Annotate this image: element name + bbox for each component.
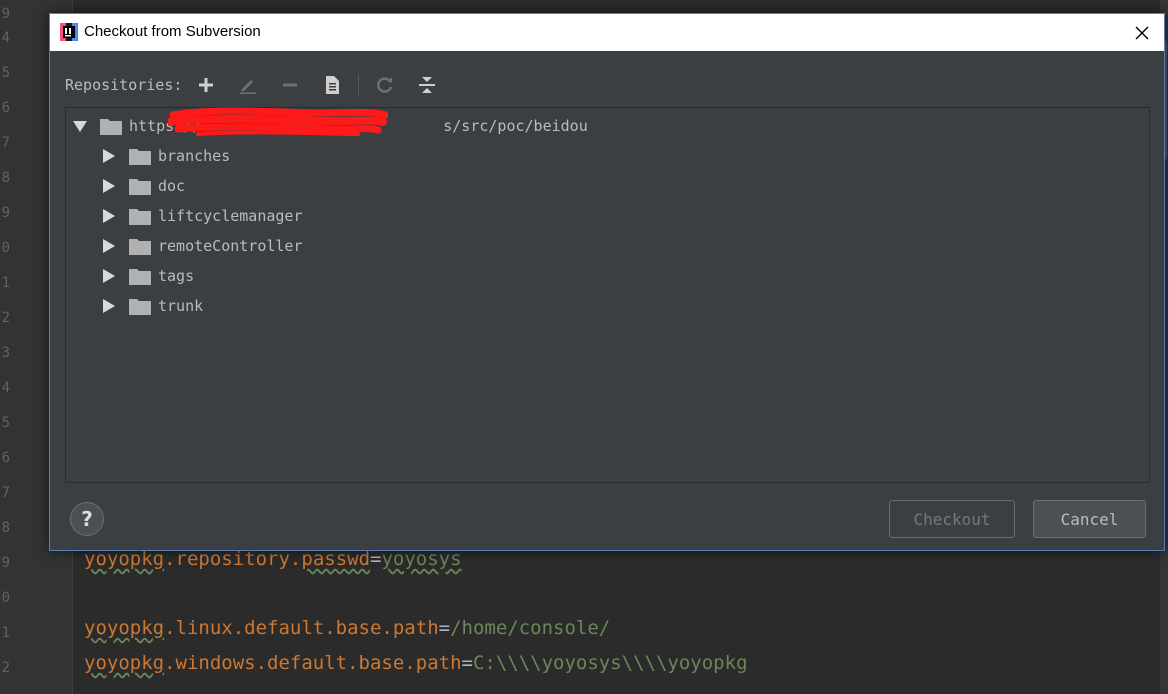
help-button[interactable]: ? xyxy=(70,502,104,536)
folder-icon xyxy=(100,119,122,135)
tree-node-tags[interactable]: tags xyxy=(101,262,194,290)
repository-tree[interactable]: https://s/src/poc/beidou branches doc li… xyxy=(65,107,1150,483)
folder-icon xyxy=(129,239,151,255)
line-number: 7 xyxy=(1,485,10,501)
dialog-titlebar[interactable]: Checkout from Subversion xyxy=(50,14,1164,51)
close-button[interactable] xyxy=(1120,14,1164,51)
tree-node-label: trunk xyxy=(158,297,204,315)
remove-repository-button[interactable] xyxy=(276,72,304,98)
tree-node-doc[interactable]: doc xyxy=(101,172,185,200)
line-number: 0 xyxy=(1,240,10,256)
line-number: 1 xyxy=(1,275,10,291)
dialog-title: Checkout from Subversion xyxy=(84,23,261,40)
line-number: 9 xyxy=(1,6,10,22)
folder-icon xyxy=(129,299,151,315)
line-number: 8 xyxy=(1,170,10,186)
plus-icon xyxy=(199,78,214,92)
tree-node-label: doc xyxy=(158,177,186,195)
line-number: 4 xyxy=(1,30,10,46)
folder-icon xyxy=(129,149,151,165)
line-number: 3 xyxy=(1,345,10,361)
collapsed-arrow-icon[interactable] xyxy=(101,148,117,164)
collapse-all-icon xyxy=(419,77,436,93)
toolbar-separator xyxy=(358,74,360,96)
line-number: 8 xyxy=(1,520,10,536)
pencil-icon xyxy=(240,80,257,94)
tree-node-liftcyclemanager[interactable]: liftcyclemanager xyxy=(101,202,303,230)
repositories-toolbar: Repositories: xyxy=(65,72,455,98)
collapsed-arrow-icon[interactable] xyxy=(101,238,117,254)
code-line-windows-path[interactable]: yoyopkg.windows.default.base.path=C:\\\\… xyxy=(84,652,748,674)
line-number: 2 xyxy=(1,660,10,676)
collapsed-arrow-icon[interactable] xyxy=(101,268,117,284)
tree-node-label: branches xyxy=(158,147,231,165)
minus-icon xyxy=(283,83,298,87)
code-line-linux-path[interactable]: yoyopkg.linux.default.base.path=/home/co… xyxy=(84,617,610,639)
line-number: 6 xyxy=(1,100,10,116)
redaction-scribble xyxy=(168,107,388,136)
expanded-arrow-icon[interactable] xyxy=(72,118,88,134)
cancel-button[interactable]: Cancel xyxy=(1033,500,1146,538)
refresh-icon xyxy=(377,77,393,93)
collapsed-arrow-icon[interactable] xyxy=(101,208,117,224)
line-number: 4 xyxy=(1,380,10,396)
tree-node-branches[interactable]: branches xyxy=(101,142,230,170)
checkout-button[interactable]: Checkout xyxy=(889,500,1015,538)
tree-node-remotecontroller[interactable]: remoteController xyxy=(101,232,303,260)
checkout-dialog: Checkout from Subversion Repositories: h… xyxy=(49,13,1165,551)
tree-node-trunk[interactable]: trunk xyxy=(101,292,203,320)
browse-changes-button[interactable] xyxy=(318,72,346,98)
folder-icon xyxy=(129,179,151,195)
line-number: 2 xyxy=(1,310,10,326)
line-number: 6 xyxy=(1,450,10,466)
line-number: 9 xyxy=(1,555,10,571)
line-number: 0 xyxy=(1,590,10,606)
tree-node-label: tags xyxy=(158,267,195,285)
code-line-passwd[interactable]: yoyopkg.repository.passwd=yoyosys xyxy=(84,548,462,570)
line-number: 1 xyxy=(1,625,10,641)
line-number: 9 xyxy=(1,205,10,221)
collapse-all-button[interactable] xyxy=(413,72,441,98)
intellij-app-icon xyxy=(60,23,78,41)
refresh-button[interactable] xyxy=(371,72,399,98)
repositories-label: Repositories: xyxy=(65,76,183,94)
line-number: 7 xyxy=(1,135,10,151)
tree-node-label: liftcyclemanager xyxy=(158,207,303,225)
folder-icon xyxy=(129,269,151,285)
line-number: 5 xyxy=(1,65,10,81)
line-number: 5 xyxy=(1,415,10,431)
add-repository-button[interactable] xyxy=(192,72,220,98)
collapsed-arrow-icon[interactable] xyxy=(101,298,117,314)
collapsed-arrow-icon[interactable] xyxy=(101,178,117,194)
document-icon xyxy=(326,76,340,94)
folder-icon xyxy=(129,209,151,225)
tree-node-label: remoteController xyxy=(158,237,303,255)
edit-repository-button[interactable] xyxy=(234,72,262,98)
close-icon xyxy=(1135,26,1149,39)
